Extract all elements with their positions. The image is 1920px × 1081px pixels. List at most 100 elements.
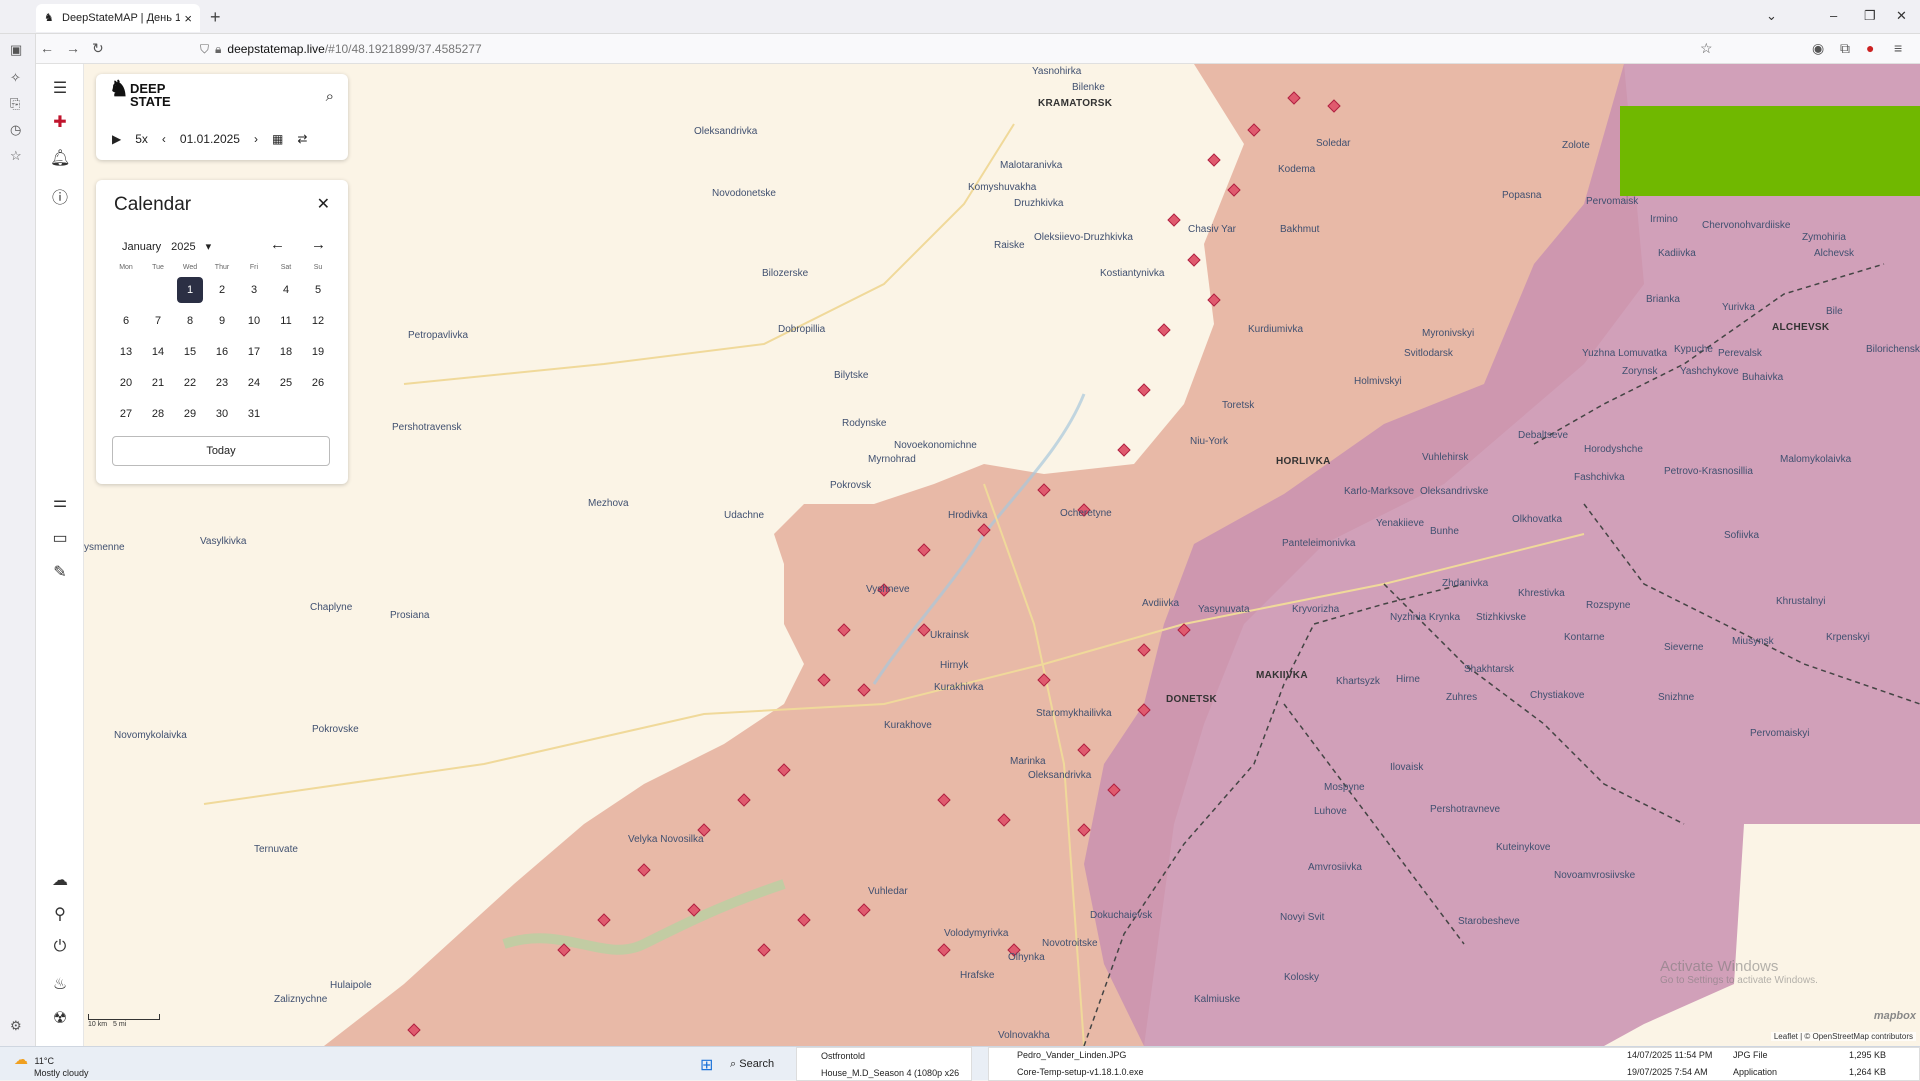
tab-list-icon[interactable]: ⌄ xyxy=(1766,8,1777,24)
folder-item[interactable]: Ostfrontold xyxy=(821,1051,865,1061)
notifications-bell-icon[interactable]: 🔔︎ xyxy=(50,148,70,168)
calendar-day[interactable]: 27 xyxy=(113,401,139,427)
extensions-icon[interactable]: ⧉ xyxy=(1840,40,1850,57)
info-icon[interactable]: ⓘ xyxy=(50,184,70,208)
calendar-day[interactable]: 7 xyxy=(145,308,171,334)
calendar-day[interactable]: 20 xyxy=(113,370,139,396)
play-icon[interactable]: ▶ xyxy=(112,132,121,146)
year-label[interactable]: 2025 xyxy=(171,241,195,253)
calendar-day[interactable]: 28 xyxy=(145,401,171,427)
calendar-day[interactable]: 16 xyxy=(209,339,235,365)
town-label: Novoamvrosiivske xyxy=(1554,870,1636,881)
town-label: Volnovakha xyxy=(998,1030,1050,1041)
month-label[interactable]: January xyxy=(122,241,161,253)
file-name[interactable]: Core-Temp-setup-v1.18.1.0.exe xyxy=(1017,1067,1144,1077)
calendar-day[interactable]: 21 xyxy=(145,370,171,396)
weather-widget[interactable]: ☁ 11°C Mostly cloudy xyxy=(14,1051,89,1078)
prev-month-icon[interactable]: ← xyxy=(270,236,285,253)
town-label: Chervonohvardiiske xyxy=(1702,220,1791,231)
calendar-day[interactable]: 22 xyxy=(177,370,203,396)
taskbar-search[interactable]: ⌕ Search xyxy=(730,1053,790,1075)
close-icon[interactable]: ✕ xyxy=(317,194,330,214)
sidebar-toggle-icon[interactable]: ▣ xyxy=(10,42,22,58)
town-label: Ocheretyne xyxy=(1060,508,1112,519)
calendar-day[interactable]: 24 xyxy=(241,370,267,396)
calendar-icon[interactable]: ▦ xyxy=(272,132,283,146)
speed-label[interactable]: 5x xyxy=(135,132,148,146)
account-icon[interactable]: ◉ xyxy=(1812,40,1824,57)
history-icon[interactable]: ◷ xyxy=(10,122,21,138)
calendar-day[interactable]: 5 xyxy=(305,277,331,303)
town-label: Hrodivka xyxy=(948,510,988,521)
mapbox-logo[interactable]: mapbox xyxy=(1874,1010,1916,1022)
draw-icon[interactable]: ✎ xyxy=(50,562,70,582)
calendar-day[interactable]: 13 xyxy=(113,339,139,365)
map-view[interactable]: Yasnohirka Bilenke KRAMATORSK Oleksandri… xyxy=(84,64,1920,1046)
calendar-day[interactable]: 31 xyxy=(241,401,267,427)
bookmark-star-icon[interactable]: ☆ xyxy=(1700,40,1713,57)
date-value[interactable]: 01.01.2025 xyxy=(180,132,240,146)
new-tab-icon[interactable]: + xyxy=(210,7,221,28)
ruler-icon[interactable]: ▭ xyxy=(50,528,70,548)
calendar-day[interactable]: 19 xyxy=(305,339,331,365)
close-tab-icon[interactable]: × xyxy=(184,11,192,26)
calendar-day[interactable]: 14 xyxy=(145,339,171,365)
language-flag-icon[interactable]: ✚ xyxy=(50,112,70,132)
calendar-day[interactable]: 9 xyxy=(209,308,235,334)
calendar-day[interactable]: 15 xyxy=(177,339,203,365)
back-icon[interactable]: ← xyxy=(40,40,54,56)
calendar-day[interactable]: 23 xyxy=(209,370,235,396)
hamburger-menu-icon[interactable]: ☰ xyxy=(50,78,70,98)
calendar-day[interactable]: 1 xyxy=(177,277,203,303)
calendar-day[interactable]: 8 xyxy=(177,308,203,334)
map-attribution[interactable]: Leaflet | © OpenStreetMap contributors xyxy=(1770,1032,1916,1041)
calendar-day[interactable]: 3 xyxy=(241,277,267,303)
calendar-day[interactable]: 12 xyxy=(305,308,331,334)
settings-icon[interactable]: ⚙ xyxy=(10,1018,22,1034)
compare-icon[interactable]: ⇄ xyxy=(297,132,307,146)
calendar-day[interactable]: 26 xyxy=(305,370,331,396)
calendar-day[interactable]: 18 xyxy=(273,339,299,365)
ai-chat-icon[interactable]: ✧ xyxy=(10,70,21,86)
filters-icon[interactable]: ⚌ xyxy=(50,492,70,512)
minimize-icon[interactable]: – xyxy=(1830,8,1837,23)
radiation-icon[interactable]: ☢ xyxy=(50,1008,70,1028)
addon-icon[interactable]: ● xyxy=(1866,40,1874,56)
menu-icon[interactable]: ≡ xyxy=(1894,40,1902,56)
browser-tab[interactable]: ♞ DeepStateMAP | День 1244 | М × xyxy=(36,4,200,32)
weekday-label: Tue xyxy=(152,264,164,271)
town-label: Vuhledar xyxy=(868,886,908,897)
cloud-icon[interactable]: ☁ xyxy=(50,870,70,890)
fire-icon[interactable]: ♨ xyxy=(50,974,70,994)
bookmarks-icon[interactable]: ☆ xyxy=(10,148,22,164)
calendar-day[interactable]: 2 xyxy=(209,277,235,303)
wind-icon[interactable]: ⚲ xyxy=(50,904,70,924)
calendar-day[interactable]: 4 xyxy=(273,277,299,303)
reload-icon[interactable]: ↻ xyxy=(92,40,104,57)
folder-item[interactable]: House_M.D_Season 4 (1080p x26 xyxy=(821,1068,959,1078)
next-date-icon[interactable]: › xyxy=(254,132,258,146)
calendar-day[interactable]: 29 xyxy=(177,401,203,427)
calendar-day[interactable]: 6 xyxy=(113,308,139,334)
power-plant-icon[interactable]: ⏻ xyxy=(50,938,70,956)
town-label: Hulaipole xyxy=(330,980,372,991)
forward-icon[interactable]: → xyxy=(66,40,80,56)
search-icon[interactable]: ⌕ xyxy=(326,88,334,105)
url-bar[interactable]: ⛉ 🔒︎ deepstatemap.live /#10/48.1921899/3… xyxy=(200,38,1700,60)
today-button[interactable]: Today xyxy=(112,436,330,466)
deepstate-logo[interactable]: ♞ DEEP STATE xyxy=(109,78,171,109)
file-name[interactable]: Pedro_Vander_Linden.JPG xyxy=(1017,1050,1126,1060)
chevron-down-icon[interactable]: ▾ xyxy=(206,240,212,253)
calendar-day[interactable]: 11 xyxy=(273,308,299,334)
calendar-day[interactable]: 10 xyxy=(241,308,267,334)
prev-date-icon[interactable]: ‹ xyxy=(162,132,166,146)
town-label: Petrovo-Krasnosillia xyxy=(1664,466,1753,477)
restore-icon[interactable]: ❐ xyxy=(1864,8,1876,24)
calendar-day[interactable]: 30 xyxy=(209,401,235,427)
next-month-icon[interactable]: → xyxy=(311,236,326,253)
calendar-day[interactable]: 17 xyxy=(241,339,267,365)
windows-start-icon[interactable]: ⊞ xyxy=(700,1055,713,1075)
close-window-icon[interactable]: ✕ xyxy=(1896,8,1907,24)
synced-tabs-icon[interactable]: ⎘ xyxy=(10,96,20,112)
calendar-day[interactable]: 25 xyxy=(273,370,299,396)
